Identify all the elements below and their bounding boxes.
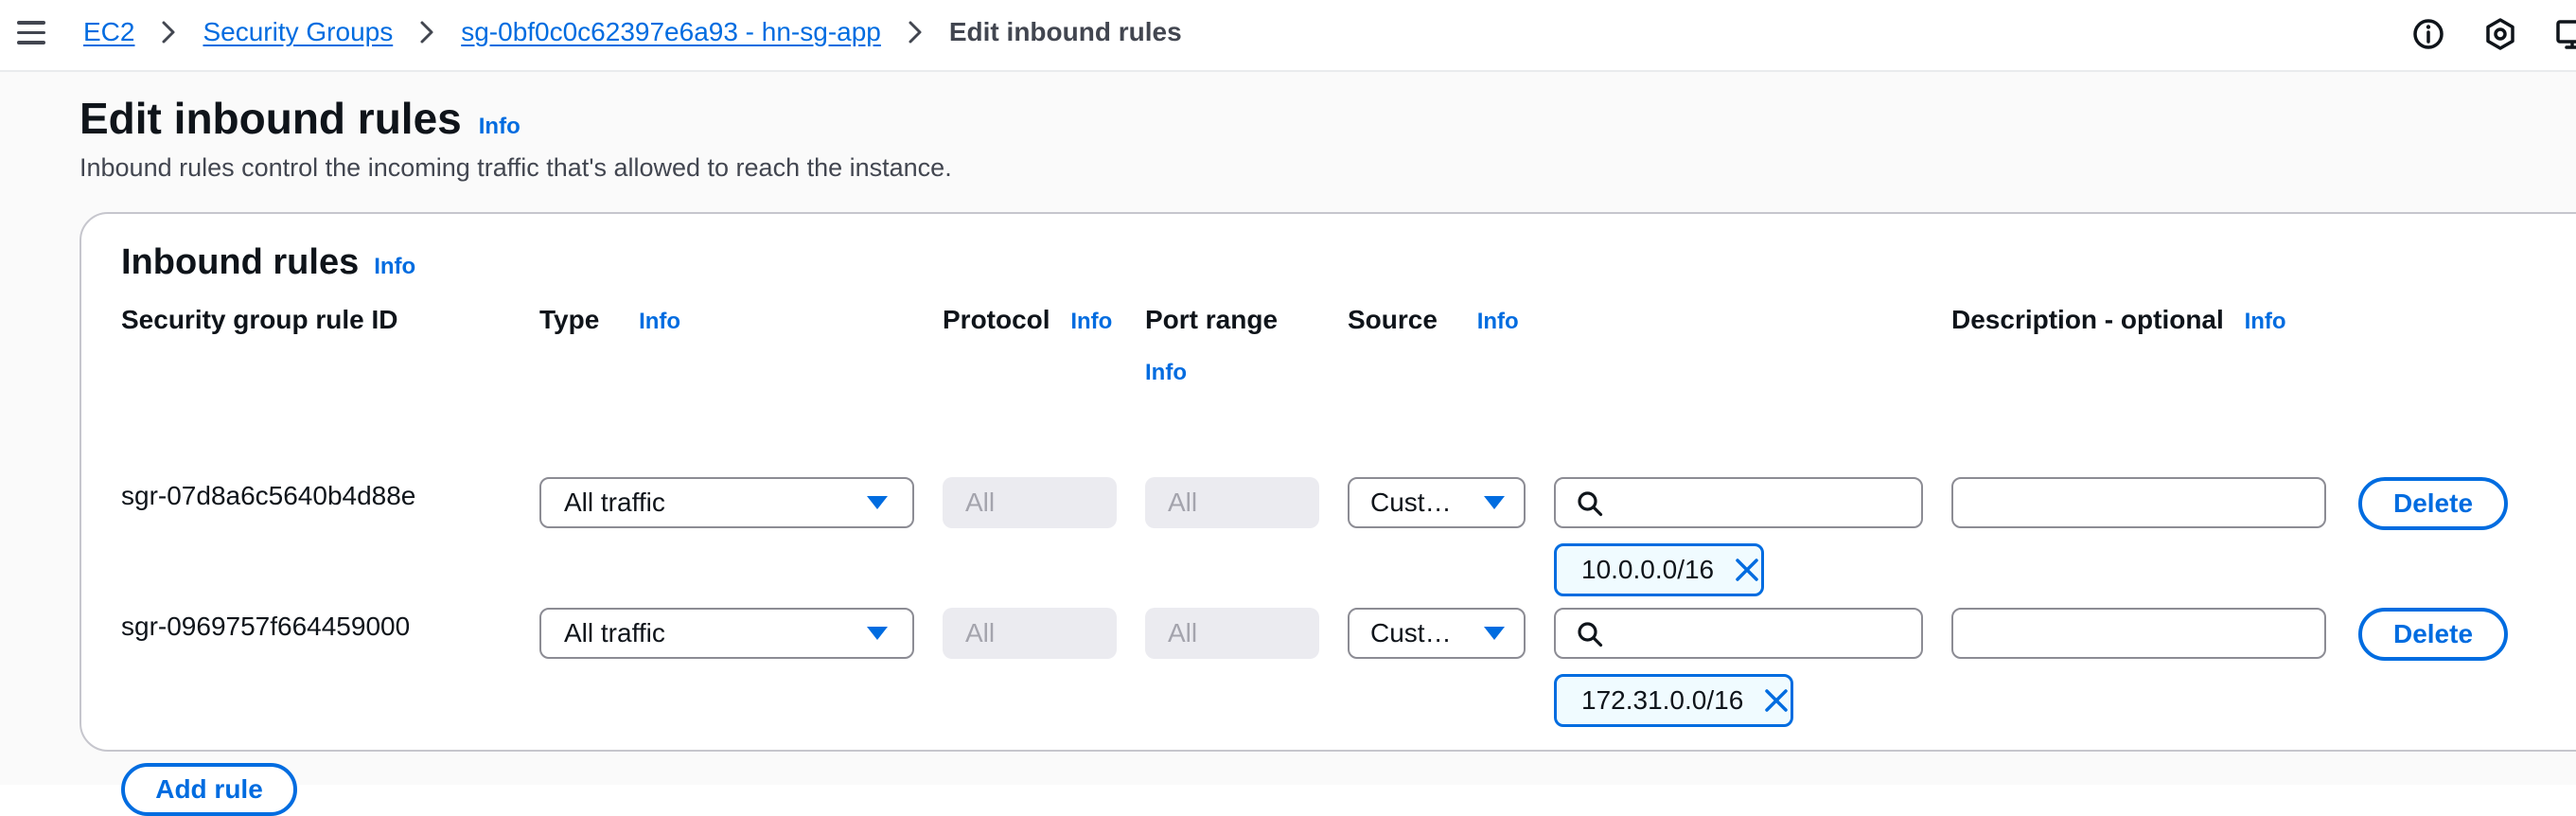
- source-search-input[interactable]: [1554, 477, 1923, 528]
- port-range-info-link[interactable]: Info: [1145, 360, 1187, 385]
- source-search-field[interactable]: [1614, 485, 1908, 523]
- delete-rule-button[interactable]: Delete: [2358, 608, 2508, 661]
- source-select[interactable]: Cust…: [1348, 608, 1526, 659]
- inbound-rules-container: Inbound rules Info Security group rule I…: [79, 212, 2576, 816]
- column-header-label: Source: [1348, 305, 1438, 334]
- port-range-info-wrapper: Info: [1145, 356, 1187, 386]
- page-title-info-link[interactable]: Info: [479, 114, 520, 140]
- source-select[interactable]: Cust…: [1348, 477, 1526, 528]
- source-cidr-token: 172.31.0.0/16: [1554, 674, 1794, 727]
- column-header-description: Description - optional Info: [1951, 305, 2286, 335]
- caret-down-icon: [867, 627, 888, 640]
- source-info-link[interactable]: Info: [1477, 309, 1519, 334]
- description-input[interactable]: [1951, 477, 2326, 528]
- breadcrumb-security-group-link[interactable]: sg-0bf0c0c62397e6a93 - hn-sg-app: [461, 17, 881, 47]
- protocol-field: All: [943, 608, 1117, 659]
- close-icon[interactable]: [1762, 686, 1791, 715]
- column-header-label: Port range: [1145, 305, 1279, 334]
- caret-down-icon: [867, 496, 888, 509]
- chevron-right-icon: [162, 21, 175, 44]
- search-icon: [1578, 622, 1603, 647]
- breadcrumb-ec2-link[interactable]: EC2: [83, 17, 134, 47]
- chevron-right-icon: [909, 21, 922, 44]
- type-select-value: All traffic: [564, 618, 665, 647]
- breadcrumb-current: Edit inbound rules: [948, 17, 1182, 46]
- source-cidr-token-label: 10.0.0.0/16: [1581, 555, 1715, 584]
- type-select-value: All traffic: [564, 488, 665, 517]
- breadcrumb: EC2 Security Groups sg-0bf0c0c62397e6a93…: [83, 17, 1182, 47]
- top-navigation-bar: EC2 Security Groups sg-0bf0c0c62397e6a93…: [0, 0, 2576, 72]
- caret-down-icon: [1484, 627, 1505, 640]
- protocol-info-link[interactable]: Info: [1070, 309, 1112, 334]
- port-range-field: All: [1145, 477, 1319, 528]
- column-header-source: Source Info: [1348, 305, 1519, 335]
- search-icon: [1578, 491, 1603, 517]
- column-header-label: Description - optional: [1951, 305, 2224, 334]
- source-select-value: Cust…: [1370, 488, 1452, 517]
- column-header-label: Protocol: [943, 305, 1050, 334]
- column-header-label: Type: [539, 305, 600, 334]
- type-select[interactable]: All traffic: [539, 477, 914, 528]
- page-header: Edit inbound rules Info: [79, 93, 520, 144]
- chevron-right-icon: [420, 21, 433, 44]
- container-title: Inbound rules: [121, 242, 360, 282]
- description-info-link[interactable]: Info: [2245, 309, 2286, 334]
- menu-icon[interactable]: [17, 21, 45, 47]
- column-header-label: Security group rule ID: [121, 305, 398, 334]
- column-header-port-range: Port range: [1145, 305, 1278, 335]
- page-description: Inbound rules control the incoming traff…: [79, 153, 952, 182]
- source-cidr-token-label: 172.31.0.0/16: [1581, 685, 1744, 715]
- description-input[interactable]: [1951, 608, 2326, 659]
- header-icon-group: [2411, 17, 2576, 51]
- rule-id-text: sgr-0969757f664459000: [121, 612, 411, 641]
- source-select-value: Cust…: [1370, 618, 1452, 647]
- breadcrumb-security-groups-link[interactable]: Security Groups: [203, 17, 393, 47]
- delete-rule-button[interactable]: Delete: [2358, 477, 2508, 530]
- monitor-feedback-icon[interactable]: [2555, 17, 2576, 51]
- add-rule-button[interactable]: Add rule: [121, 763, 297, 816]
- caret-down-icon: [1484, 496, 1505, 509]
- container-info-link[interactable]: Info: [374, 254, 415, 280]
- close-icon[interactable]: [1733, 556, 1761, 584]
- main-content: Edit inbound rules Info Inbound rules co…: [0, 72, 2576, 816]
- column-header-type: Type Info: [539, 305, 680, 335]
- port-range-field: All: [1145, 608, 1319, 659]
- rule-id-text: sgr-07d8a6c5640b4d88e: [121, 481, 416, 510]
- protocol-field: All: [943, 477, 1117, 528]
- source-cidr-token: 10.0.0.0/16: [1554, 543, 1765, 596]
- page-title: Edit inbound rules: [79, 94, 462, 143]
- type-select[interactable]: All traffic: [539, 608, 914, 659]
- settings-hexagon-icon[interactable]: [2483, 17, 2517, 51]
- info-circle-icon[interactable]: [2411, 17, 2445, 51]
- column-header-protocol: Protocol Info: [943, 305, 1112, 335]
- container-header: Inbound rules Info: [121, 242, 415, 283]
- type-info-link[interactable]: Info: [639, 309, 680, 334]
- source-search-input[interactable]: [1554, 608, 1923, 659]
- source-search-field[interactable]: [1614, 615, 1908, 653]
- column-header-rule-id: Security group rule ID: [121, 305, 398, 335]
